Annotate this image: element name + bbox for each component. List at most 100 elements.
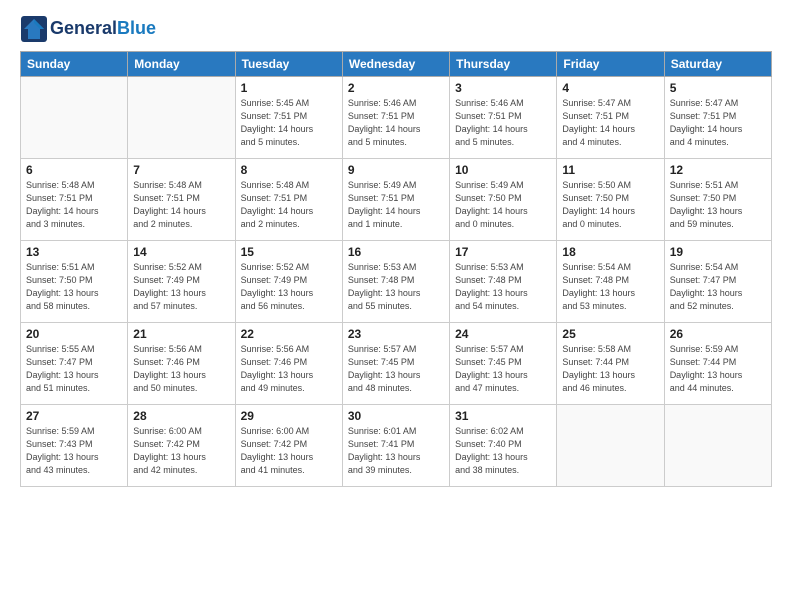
day-number: 1 — [241, 81, 337, 95]
calendar-cell: 8 Sunrise: 5:48 AM Sunset: 7:51 PM Daylig… — [235, 159, 342, 241]
day-info: Sunrise: 5:57 AM Sunset: 7:45 PM Dayligh… — [455, 343, 551, 395]
day-info: Sunrise: 5:53 AM Sunset: 7:48 PM Dayligh… — [455, 261, 551, 313]
calendar-cell: 19Sunrise: 5:54 AM Sunset: 7:47 PM Dayli… — [664, 241, 771, 323]
day-number: 25 — [562, 327, 658, 341]
day-info: Sunrise: 5:48 AM Sunset: 7:51 PM Dayligh… — [241, 179, 337, 231]
day-info: Sunrise: 5:55 AM Sunset: 7:47 PM Dayligh… — [26, 343, 122, 395]
calendar-cell: 4 Sunrise: 5:47 AM Sunset: 7:51 PM Daylig… — [557, 77, 664, 159]
calendar-cell: 25 Sunrise: 5:58 AM Sunset: 7:44 PM Dayli… — [557, 323, 664, 405]
day-number: 26 — [670, 327, 766, 341]
calendar-cell: 23Sunrise: 5:57 AM Sunset: 7:45 PM Dayli… — [342, 323, 449, 405]
day-info: Sunrise: 5:53 AM Sunset: 7:48 PM Dayligh… — [348, 261, 444, 313]
calendar-cell: 21Sunrise: 5:56 AM Sunset: 7:46 PM Dayli… — [128, 323, 235, 405]
calendar-cell: 2 Sunrise: 5:46 AM Sunset: 7:51 PM Daylig… — [342, 77, 449, 159]
calendar-cell: 11 Sunrise: 5:50 AM Sunset: 7:50 PM Dayli… — [557, 159, 664, 241]
week-row-1: 1 Sunrise: 5:45 AM Sunset: 7:51 PM Daylig… — [21, 77, 772, 159]
calendar-cell — [557, 405, 664, 487]
day-info: Sunrise: 6:00 AM Sunset: 7:42 PM Dayligh… — [241, 425, 337, 477]
day-number: 28 — [133, 409, 229, 423]
calendar-cell — [128, 77, 235, 159]
calendar-cell — [664, 405, 771, 487]
day-number: 22 — [241, 327, 337, 341]
calendar-cell: 3 Sunrise: 5:46 AM Sunset: 7:51 PM Daylig… — [450, 77, 557, 159]
day-number: 18 — [562, 245, 658, 259]
page: GeneralBlue SundayMondayTuesdayWednesday… — [0, 0, 792, 612]
calendar-cell: 9 Sunrise: 5:49 AM Sunset: 7:51 PM Daylig… — [342, 159, 449, 241]
week-row-5: 27Sunrise: 5:59 AM Sunset: 7:43 PM Dayli… — [21, 405, 772, 487]
logo: GeneralBlue — [20, 15, 156, 43]
day-info: Sunrise: 5:49 AM Sunset: 7:51 PM Dayligh… — [348, 179, 444, 231]
day-info: Sunrise: 5:54 AM Sunset: 7:48 PM Dayligh… — [562, 261, 658, 313]
calendar: SundayMondayTuesdayWednesdayThursdayFrid… — [20, 51, 772, 487]
day-number: 17 — [455, 245, 551, 259]
calendar-cell: 31Sunrise: 6:02 AM Sunset: 7:40 PM Dayli… — [450, 405, 557, 487]
day-number: 7 — [133, 163, 229, 177]
day-number: 31 — [455, 409, 551, 423]
week-row-4: 20 Sunrise: 5:55 AM Sunset: 7:47 PM Dayli… — [21, 323, 772, 405]
day-number: 9 — [348, 163, 444, 177]
day-info: Sunrise: 5:56 AM Sunset: 7:46 PM Dayligh… — [241, 343, 337, 395]
calendar-cell: 6Sunrise: 5:48 AM Sunset: 7:51 PM Daylig… — [21, 159, 128, 241]
weekday-header-sunday: Sunday — [21, 52, 128, 77]
day-info: Sunrise: 5:50 AM Sunset: 7:50 PM Dayligh… — [562, 179, 658, 231]
day-number: 4 — [562, 81, 658, 95]
day-info: Sunrise: 5:46 AM Sunset: 7:51 PM Dayligh… — [455, 97, 551, 149]
day-info: Sunrise: 5:48 AM Sunset: 7:51 PM Dayligh… — [133, 179, 229, 231]
day-info: Sunrise: 6:00 AM Sunset: 7:42 PM Dayligh… — [133, 425, 229, 477]
header: GeneralBlue — [20, 15, 772, 43]
calendar-cell: 14 Sunrise: 5:52 AM Sunset: 7:49 PM Dayli… — [128, 241, 235, 323]
calendar-cell: 7 Sunrise: 5:48 AM Sunset: 7:51 PM Daylig… — [128, 159, 235, 241]
day-info: Sunrise: 5:58 AM Sunset: 7:44 PM Dayligh… — [562, 343, 658, 395]
day-number: 24 — [455, 327, 551, 341]
calendar-cell: 10Sunrise: 5:49 AM Sunset: 7:50 PM Dayli… — [450, 159, 557, 241]
calendar-cell: 17 Sunrise: 5:53 AM Sunset: 7:48 PM Dayli… — [450, 241, 557, 323]
day-number: 23 — [348, 327, 444, 341]
day-number: 30 — [348, 409, 444, 423]
calendar-cell: 30 Sunrise: 6:01 AM Sunset: 7:41 PM Dayli… — [342, 405, 449, 487]
weekday-header-row: SundayMondayTuesdayWednesdayThursdayFrid… — [21, 52, 772, 77]
day-number: 16 — [348, 245, 444, 259]
calendar-cell: 28 Sunrise: 6:00 AM Sunset: 7:42 PM Dayli… — [128, 405, 235, 487]
calendar-cell — [21, 77, 128, 159]
calendar-cell: 16 Sunrise: 5:53 AM Sunset: 7:48 PM Dayli… — [342, 241, 449, 323]
weekday-header-wednesday: Wednesday — [342, 52, 449, 77]
day-info: Sunrise: 5:46 AM Sunset: 7:51 PM Dayligh… — [348, 97, 444, 149]
logo-icon — [20, 15, 48, 43]
day-info: Sunrise: 5:52 AM Sunset: 7:49 PM Dayligh… — [133, 261, 229, 313]
day-number: 14 — [133, 245, 229, 259]
weekday-header-thursday: Thursday — [450, 52, 557, 77]
day-info: Sunrise: 5:51 AM Sunset: 7:50 PM Dayligh… — [26, 261, 122, 313]
weekday-header-saturday: Saturday — [664, 52, 771, 77]
calendar-cell: 22 Sunrise: 5:56 AM Sunset: 7:46 PM Dayli… — [235, 323, 342, 405]
calendar-cell: 20 Sunrise: 5:55 AM Sunset: 7:47 PM Dayli… — [21, 323, 128, 405]
day-number: 20 — [26, 327, 122, 341]
day-info: Sunrise: 5:45 AM Sunset: 7:51 PM Dayligh… — [241, 97, 337, 149]
day-info: Sunrise: 5:51 AM Sunset: 7:50 PM Dayligh… — [670, 179, 766, 231]
weekday-header-friday: Friday — [557, 52, 664, 77]
weekday-header-monday: Monday — [128, 52, 235, 77]
day-number: 8 — [241, 163, 337, 177]
day-number: 2 — [348, 81, 444, 95]
day-number: 5 — [670, 81, 766, 95]
calendar-cell: 15 Sunrise: 5:52 AM Sunset: 7:49 PM Dayli… — [235, 241, 342, 323]
day-number: 13 — [26, 245, 122, 259]
week-row-2: 6Sunrise: 5:48 AM Sunset: 7:51 PM Daylig… — [21, 159, 772, 241]
day-number: 27 — [26, 409, 122, 423]
day-info: Sunrise: 5:47 AM Sunset: 7:51 PM Dayligh… — [562, 97, 658, 149]
calendar-cell: 26 Sunrise: 5:59 AM Sunset: 7:44 PM Dayli… — [664, 323, 771, 405]
day-number: 11 — [562, 163, 658, 177]
day-number: 3 — [455, 81, 551, 95]
week-row-3: 13 Sunrise: 5:51 AM Sunset: 7:50 PM Dayli… — [21, 241, 772, 323]
weekday-header-tuesday: Tuesday — [235, 52, 342, 77]
calendar-cell: 29Sunrise: 6:00 AM Sunset: 7:42 PM Dayli… — [235, 405, 342, 487]
calendar-cell: 13 Sunrise: 5:51 AM Sunset: 7:50 PM Dayli… — [21, 241, 128, 323]
calendar-cell: 18 Sunrise: 5:54 AM Sunset: 7:48 PM Dayli… — [557, 241, 664, 323]
day-info: Sunrise: 5:52 AM Sunset: 7:49 PM Dayligh… — [241, 261, 337, 313]
day-info: Sunrise: 5:59 AM Sunset: 7:44 PM Dayligh… — [670, 343, 766, 395]
calendar-cell: 1 Sunrise: 5:45 AM Sunset: 7:51 PM Daylig… — [235, 77, 342, 159]
day-number: 12 — [670, 163, 766, 177]
day-number: 15 — [241, 245, 337, 259]
day-info: Sunrise: 6:01 AM Sunset: 7:41 PM Dayligh… — [348, 425, 444, 477]
calendar-cell: 27Sunrise: 5:59 AM Sunset: 7:43 PM Dayli… — [21, 405, 128, 487]
day-info: Sunrise: 5:48 AM Sunset: 7:51 PM Dayligh… — [26, 179, 122, 231]
